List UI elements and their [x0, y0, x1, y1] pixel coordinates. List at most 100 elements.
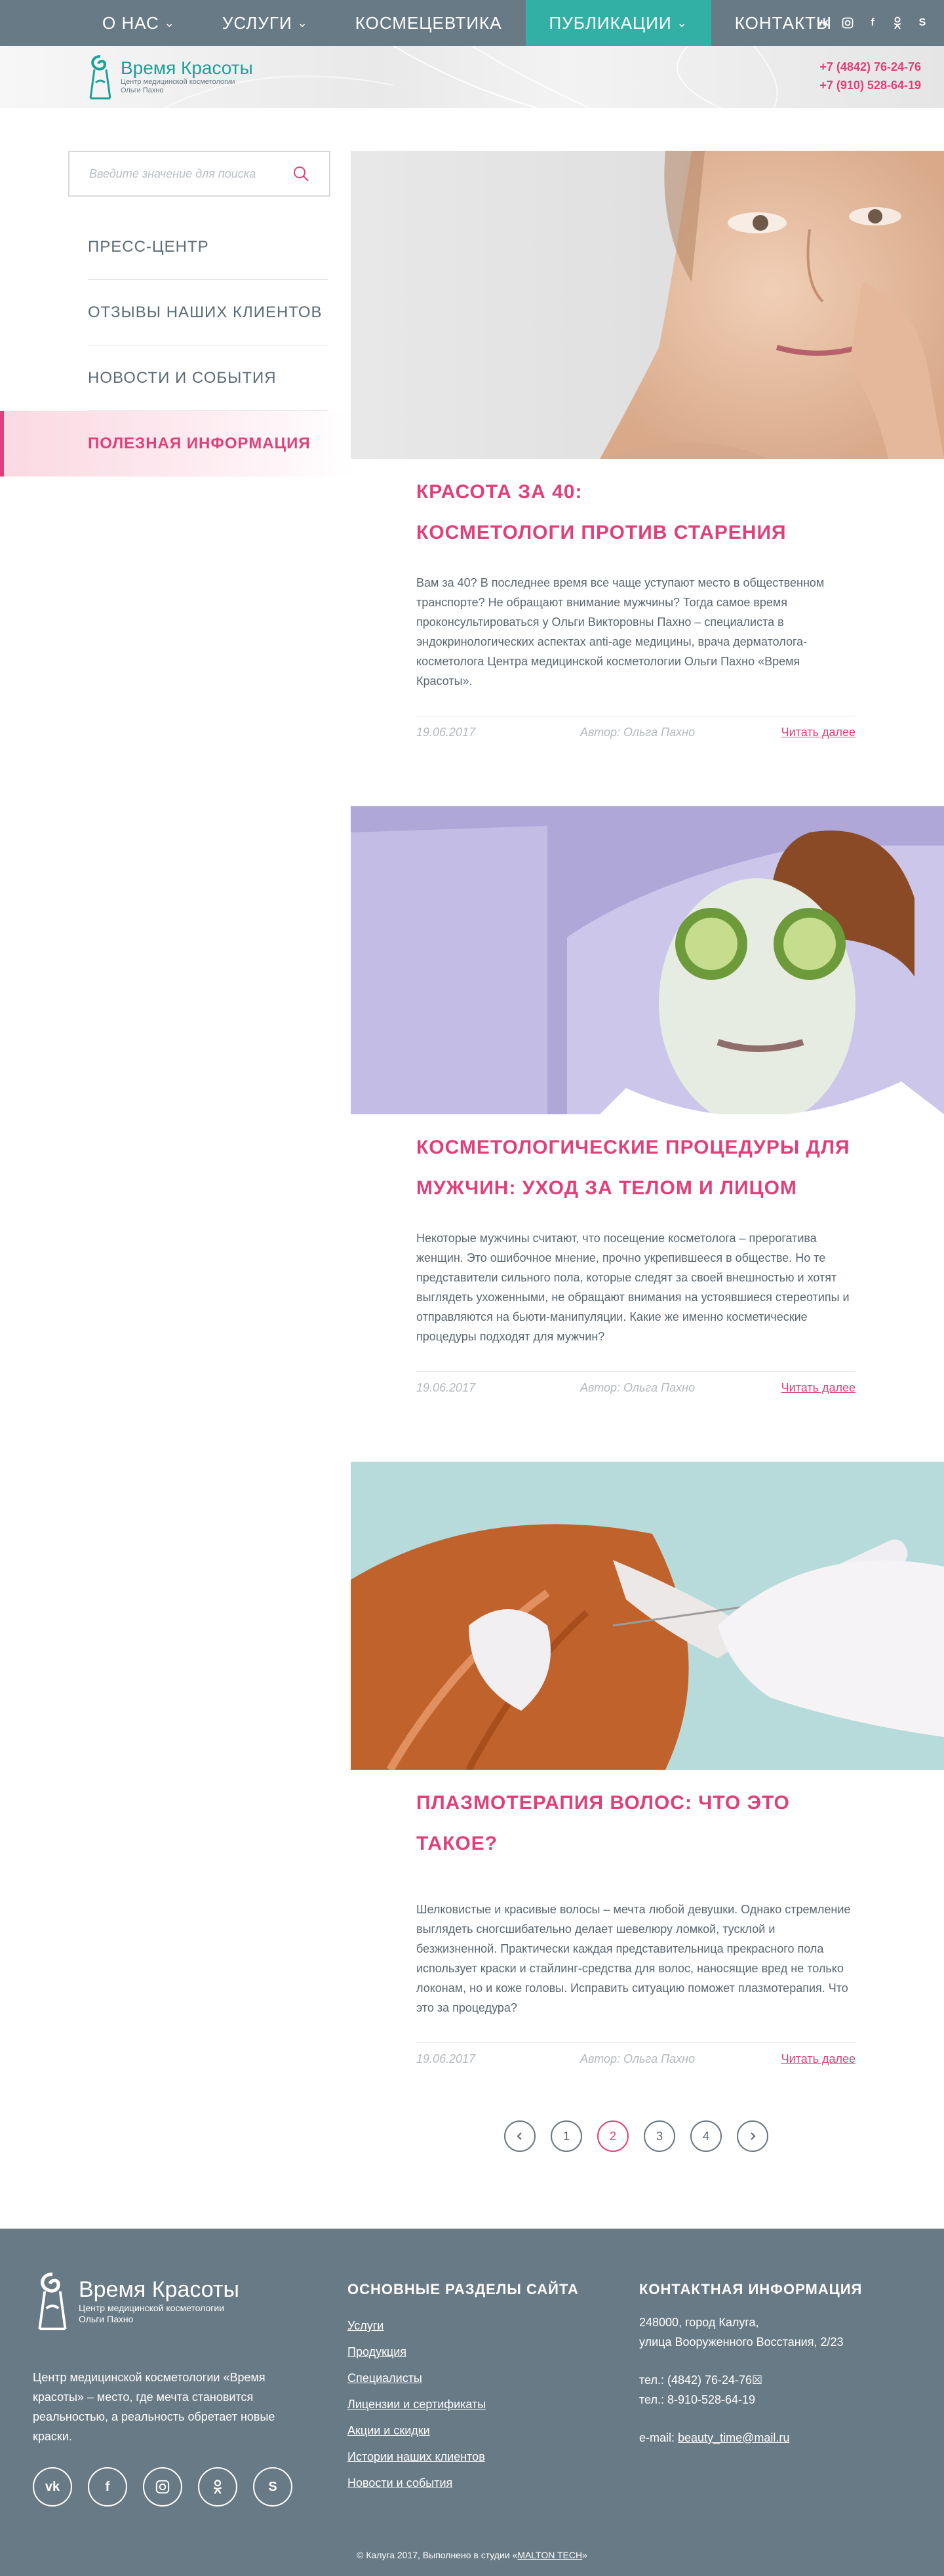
article-meta: 19.06.2017 Автор: Ольга Пахно Читать дал… — [416, 716, 856, 739]
vk-icon[interactable]: vk — [814, 14, 831, 31]
facebook-icon[interactable]: f — [864, 14, 881, 31]
footer-link-products[interactable]: Продукция — [347, 2339, 583, 2365]
footer-email-link[interactable]: beauty_time@mail.ru — [678, 2431, 789, 2444]
footer-about: Время Красоты Центр медицинской косметол… — [33, 2268, 302, 2507]
sidebar-item-press-center[interactable]: ПРЕСС-ЦЕНТР — [0, 214, 354, 280]
article-excerpt: Некоторые мужчины считают, что посещение… — [416, 1232, 850, 1343]
pagination-page[interactable]: 1 — [551, 2120, 582, 2152]
skype-icon[interactable]: S — [253, 2467, 292, 2507]
facebook-icon[interactable]: f — [88, 2467, 127, 2507]
chevron-down-icon: ⌄ — [164, 16, 175, 29]
article-title[interactable]: КОСМЕТОЛОГИЧЕСКИЕ ПРОЦЕДУРЫ ДЛЯ МУЖЧИН: … — [416, 1127, 856, 1209]
nav-item-label: КОСМЕЦЕВТИКА — [355, 12, 502, 33]
article-body: КОСМЕТОЛОГИЧЕСКИЕ ПРОЦЕДУРЫ ДЛЯ МУЖЧИН: … — [351, 1127, 944, 1395]
skype-icon[interactable]: S — [914, 14, 931, 31]
footer-link-services[interactable]: Услуги — [347, 2313, 583, 2339]
sidebar-item-label: ПОЛЕЗНАЯ ИНФОРМАЦИЯ — [88, 435, 311, 452]
logo-mark-icon — [89, 55, 111, 100]
nav-social-links: vk f S — [814, 0, 931, 46]
odnoklassniki-icon[interactable] — [198, 2467, 237, 2507]
footer-social-links: vk f S — [33, 2467, 302, 2507]
search-input[interactable] — [89, 166, 292, 181]
article-image-woman-face[interactable] — [351, 151, 944, 459]
sidebar-item-news[interactable]: НОВОСТИ И СОБЫТИЯ — [0, 345, 354, 411]
footer-email-row: e-mail: beauty_time@mail.ru — [639, 2428, 921, 2448]
footer-phone: тел.: (4842) 76-24-76☒ — [639, 2373, 763, 2387]
read-more-link[interactable]: Читать далее — [781, 726, 856, 739]
instagram-icon[interactable] — [839, 14, 856, 31]
footer-sections-title: ОСНОВНЫЕ РАЗДЕЛЫ САЙТА — [347, 2281, 579, 2297]
pagination-prev-button[interactable] — [504, 2120, 536, 2152]
logo-subtitle: Центр медицинской косметологии — [121, 78, 235, 86]
pagination: 1 2 3 4 — [504, 2120, 768, 2152]
chevron-left-icon — [517, 2132, 522, 2140]
article-card: КОСМЕТОЛОГИЧЕСКИЕ ПРОЦЕДУРЫ ДЛЯ МУЖЧИН: … — [351, 806, 944, 1395]
pagination-page[interactable]: 3 — [644, 2120, 675, 2152]
top-nav: О НАС ⌄ УСЛУГИ ⌄ КОСМЕЦЕВТИКА ПУБЛИКАЦИИ… — [0, 0, 944, 46]
footer-link-news[interactable]: Новости и события — [347, 2470, 583, 2496]
sidebar-item-reviews[interactable]: ОТЗЫВЫ НАШИХ КЛИЕНТОВ — [0, 280, 354, 345]
nav-item-cosmeceutics[interactable]: КОСМЕЦЕВТИКА — [332, 0, 526, 46]
article-meta: 19.06.2017 Автор: Ольга Пахно Читать дал… — [416, 2042, 856, 2066]
footer-link-licenses[interactable]: Лицензии и сертификаты — [347, 2391, 583, 2417]
footer-copyright: © Калуга 2017, Выполнено в студии «MALTO… — [0, 2550, 944, 2560]
odnoklassniki-icon[interactable] — [889, 14, 906, 31]
search-box — [68, 151, 330, 197]
phone-link[interactable]: +7 (910) 528-64-19 — [819, 76, 921, 94]
pagination-page-current[interactable]: 2 — [597, 2120, 629, 2152]
studio-link[interactable]: MALTON TECH — [517, 2550, 582, 2560]
chevron-down-icon: ⌄ — [677, 16, 688, 29]
article-image-hair-plasma[interactable] — [351, 1462, 944, 1770]
pagination-page[interactable]: 4 — [690, 2120, 722, 2152]
footer-phone: тел.: 8-910-528-64-19 — [639, 2393, 756, 2406]
footer-address: 248000, город Калуга, — [639, 2316, 759, 2329]
phone-link[interactable]: +7 (4842) 76-24-76 — [819, 58, 921, 76]
article-body: ПЛАЗМОТЕРАПИЯ ВОЛОС: ЧТО ЭТО ТАКОЕ? Шелк… — [351, 1783, 944, 2066]
footer-link-promotions[interactable]: Акции и скидки — [347, 2417, 583, 2444]
nav-item-label: О НАС — [102, 12, 159, 33]
nav-item-label: УСЛУГИ — [222, 12, 292, 33]
article-title[interactable]: КРАСОТА ЗА 40: КОСМЕТОЛОГИ ПРОТИВ СТАРЕН… — [416, 472, 856, 553]
article-card: КРАСОТА ЗА 40: КОСМЕТОЛОГИ ПРОТИВ СТАРЕН… — [351, 151, 944, 739]
article-author: Автор: Ольга Пахно — [580, 726, 696, 739]
read-more-link[interactable]: Читать далее — [781, 2052, 856, 2066]
main-content: ПРЕСС-ЦЕНТР ОТЗЫВЫ НАШИХ КЛИЕНТОВ НОВОСТ… — [0, 108, 944, 2229]
sidebar-item-useful-info[interactable]: ПОЛЕЗНАЯ ИНФОРМАЦИЯ — [0, 411, 354, 477]
site-logo[interactable]: Время Красоты Центр медицинской косметол… — [85, 52, 253, 101]
pagination-next-button[interactable] — [737, 2120, 768, 2152]
read-more-link[interactable]: Читать далее — [781, 1381, 856, 1395]
logo-mark-icon — [38, 2272, 67, 2330]
header-phones: +7 (4842) 76-24-76 +7 (910) 528-64-19 — [819, 58, 921, 94]
footer-logo-text: Время Красоты Центр медицинской косметол… — [79, 2276, 239, 2325]
search-icon[interactable] — [292, 165, 309, 182]
article-image-man-mask[interactable] — [351, 806, 944, 1114]
site-footer: Время Красоты Центр медицинской косметол… — [0, 2229, 944, 2576]
article-excerpt: Вам за 40? В последнее время все чаще ус… — [416, 576, 825, 688]
footer-logo-subtitle: Ольги Пахно — [79, 2314, 134, 2324]
footer-contacts: КОНТАКТНАЯ ИНФОРМАЦИЯ 248000, город Калу… — [639, 2281, 921, 2448]
sidebar-item-label: НОВОСТИ И СОБЫТИЯ — [88, 369, 277, 387]
article-author: Автор: Ольга Пахно — [580, 2052, 696, 2065]
article-date: 19.06.2017 — [416, 1381, 476, 1394]
vk-icon[interactable]: vk — [33, 2467, 72, 2507]
article-title[interactable]: ПЛАЗМОТЕРАПИЯ ВОЛОС: ЧТО ЭТО ТАКОЕ? — [416, 1783, 856, 1864]
instagram-icon[interactable] — [143, 2467, 182, 2507]
article-date: 19.06.2017 — [416, 726, 476, 739]
article-title-line: КРАСОТА ЗА 40: — [416, 481, 583, 503]
nav-item-about[interactable]: О НАС ⌄ — [79, 0, 199, 46]
nav-item-publications[interactable]: ПУБЛИКАЦИИ ⌄ — [525, 0, 711, 46]
sidebar-item-label: ПРЕСС-ЦЕНТР — [88, 238, 209, 256]
article-title-line: КОСМЕТОЛОГИЧЕСКИЕ ПРОЦЕДУРЫ ДЛЯ — [416, 1137, 850, 1158]
footer-logo-subtitle: Центр медицинской косметологии — [79, 2303, 225, 2313]
article-title-line: ПЛАЗМОТЕРАПИЯ ВОЛОС: ЧТО ЭТО ТАКОЕ? — [416, 1792, 790, 1854]
article-meta: 19.06.2017 Автор: Ольга Пахно Читать дал… — [416, 1371, 856, 1395]
footer-logo[interactable]: Время Красоты Центр медицинской косметол… — [33, 2268, 302, 2333]
logo-title: Время Красоты — [121, 58, 253, 78]
footer-link-client-stories[interactable]: Истории наших клиентов — [347, 2444, 583, 2470]
chevron-down-icon: ⌄ — [297, 16, 308, 29]
footer-contacts-title: КОНТАКТНАЯ ИНФОРМАЦИЯ — [639, 2281, 863, 2297]
sidebar-item-label: ОТЗЫВЫ НАШИХ КЛИЕНТОВ — [88, 303, 323, 321]
footer-email-label: e-mail: — [639, 2431, 678, 2444]
footer-link-specialists[interactable]: Специалисты — [347, 2365, 583, 2391]
nav-item-services[interactable]: УСЛУГИ ⌄ — [199, 0, 332, 46]
